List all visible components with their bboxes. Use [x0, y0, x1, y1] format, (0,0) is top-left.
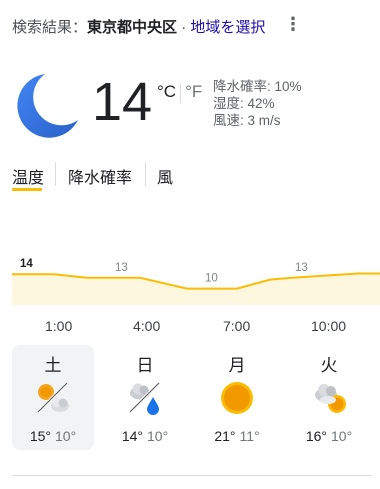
high-temp: 14°: [121, 428, 143, 444]
temperature-chart: 14 13 10 13: [12, 258, 380, 305]
tab-precipitation[interactable]: 降水確率: [68, 164, 132, 188]
header-dot: ·: [181, 19, 187, 36]
tab-wind[interactable]: 風: [157, 164, 173, 188]
more-vert-icon[interactable]: ⋮: [284, 14, 302, 35]
wind-text: 風速: 3 m/s: [213, 113, 281, 128]
time-label: 7:00: [223, 318, 251, 334]
time-label: 1:00: [45, 318, 73, 334]
low-temp: 10°: [55, 428, 77, 444]
day-temps: 14° 10°: [104, 428, 186, 444]
unit-toggle: °C °F: [157, 82, 202, 103]
day-name: 日: [136, 356, 154, 375]
time-label: 10:00: [311, 318, 347, 334]
high-temp: 16°: [305, 428, 327, 444]
cloud-rain-icon: [128, 381, 161, 415]
time-label: 4:00: [133, 318, 161, 334]
tab-temperature[interactable]: 温度: [12, 164, 44, 188]
tab-divider: [55, 162, 56, 186]
chart-value-label: 10: [205, 273, 218, 285]
moon-icon: [17, 74, 78, 138]
weather-header: 検索結果：東京都中央区 · 地域を選択 ⋮: [12, 14, 368, 38]
forecast-day-sun[interactable]: 日 14° 10°: [104, 345, 186, 450]
cloud-sun-icon: [315, 384, 346, 413]
forecast-day-mon[interactable]: 月 21° 11°: [196, 345, 278, 450]
sun-icon: [221, 382, 253, 414]
day-name: 土: [44, 356, 62, 375]
chart-value-label: 13: [295, 262, 308, 274]
forecast-day-sat[interactable]: 土 15° 10°: [12, 345, 94, 450]
forecast-day-tue[interactable]: 火 16° 10°: [288, 345, 370, 450]
precipitation-text: 降水確率: 10%: [213, 79, 302, 94]
partly-cloudy-sun-icon: [36, 381, 69, 414]
header-prefix: 検索結果：: [12, 19, 88, 36]
chart-value-label: 13: [115, 262, 128, 274]
day-name: 火: [320, 356, 338, 375]
humidity-text: 湿度: 42%: [213, 96, 275, 111]
change-location-link[interactable]: 地域を選択: [190, 19, 265, 36]
day-name: 月: [228, 356, 246, 375]
daily-forecast: 土 15° 10° 日 14° 10° 月 21° 11° 火 16° 10°: [0, 345, 380, 455]
active-tab-indicator: [12, 188, 42, 191]
day-temps: 16° 10°: [288, 428, 370, 444]
unit-fahrenheit[interactable]: °F: [185, 82, 202, 101]
high-temp: 15°: [29, 428, 51, 444]
tab-divider: [145, 162, 146, 186]
day-temps: 21° 11°: [196, 428, 278, 444]
time-axis: 1:00 4:00 7:00 10:00: [0, 318, 380, 338]
unit-separator: [180, 82, 182, 103]
unit-celsius[interactable]: °C: [157, 82, 176, 101]
divider: [12, 475, 372, 476]
chart-value-label: 14: [20, 258, 33, 270]
high-temp: 21°: [214, 428, 236, 444]
low-temp: 10°: [331, 428, 353, 444]
day-temps: 15° 10°: [12, 428, 94, 444]
low-temp: 11°: [239, 428, 260, 444]
location-name: 東京都中央区: [87, 19, 178, 36]
low-temp: 10°: [147, 428, 169, 444]
weather-details: 降水確率: 10% 湿度: 42% 風速: 3 m/s: [213, 78, 302, 129]
current-temperature: 14: [92, 72, 153, 132]
